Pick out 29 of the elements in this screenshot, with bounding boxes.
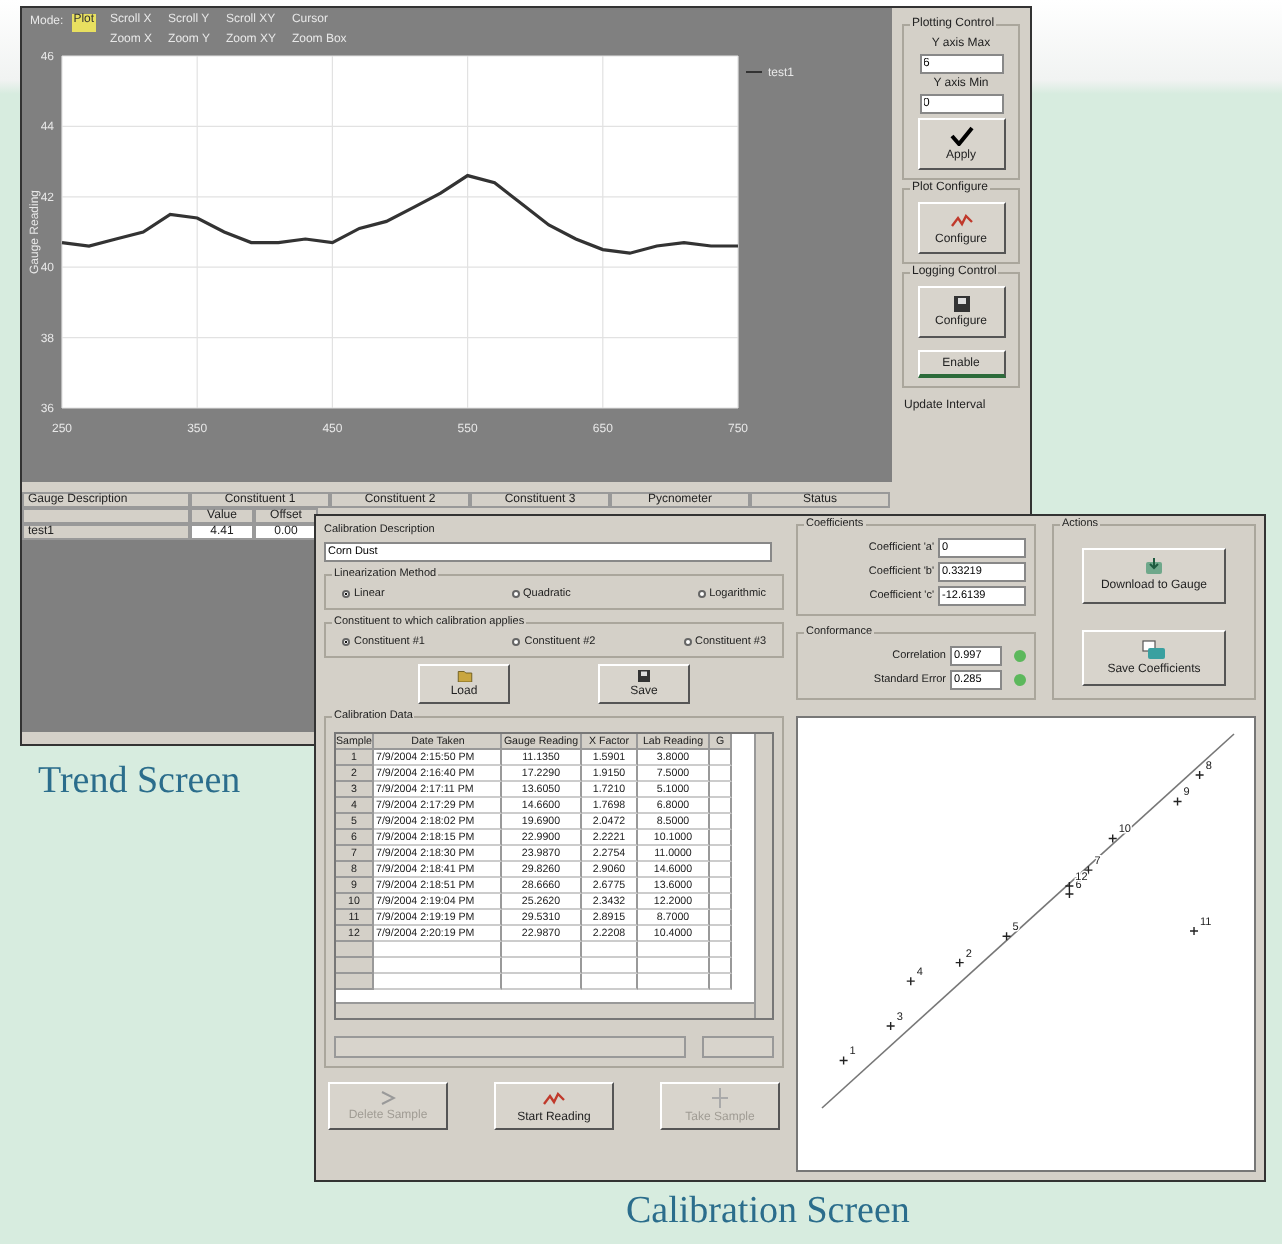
data-point	[1172, 796, 1183, 807]
chart-icon	[542, 1089, 566, 1107]
data-point	[1108, 833, 1118, 844]
data-point	[885, 1021, 896, 1031]
caption: Trend Screen	[38, 760, 241, 804]
data-point	[955, 957, 965, 968]
horizontal-scrollbar[interactable]	[336, 1002, 754, 1018]
vertical-scrollbar[interactable]	[754, 734, 772, 1018]
caption: Calibration Screen	[626, 1190, 910, 1234]
download-icon	[1144, 558, 1164, 576]
data-point	[1194, 770, 1205, 780]
data-point	[1083, 865, 1094, 875]
radio-button[interactable]	[683, 638, 692, 646]
data-point	[838, 1055, 849, 1066]
radio-button[interactable]	[342, 590, 350, 598]
status-field	[702, 1036, 774, 1058]
data-point	[1189, 926, 1199, 936]
radio-button[interactable]	[512, 638, 521, 646]
folder-icon	[455, 670, 473, 682]
radio-button[interactable]	[697, 590, 706, 598]
disk-icon	[636, 670, 652, 682]
legend-line	[745, 71, 763, 73]
radio-button[interactable]	[342, 638, 350, 646]
checkmark-icon	[949, 126, 973, 146]
data-point	[906, 976, 916, 986]
chart-icon	[949, 211, 973, 229]
sample-icon	[710, 1088, 730, 1108]
radio-button[interactable]	[511, 590, 519, 598]
data-point	[1001, 931, 1012, 941]
